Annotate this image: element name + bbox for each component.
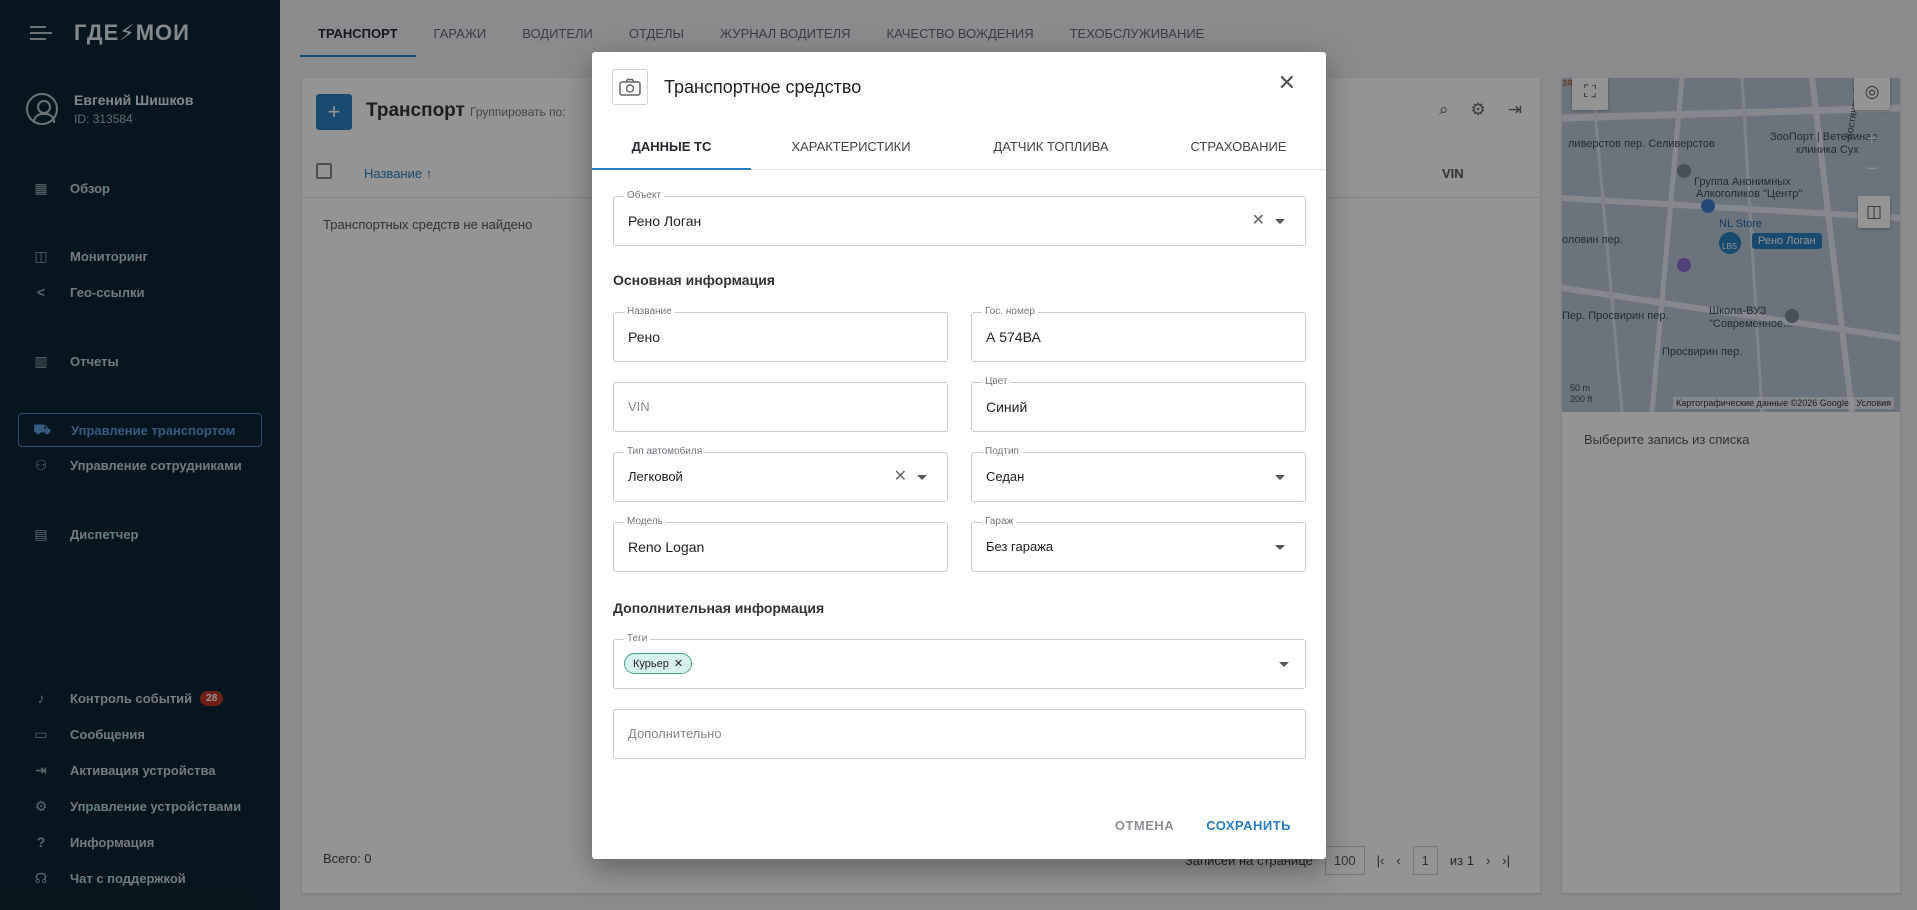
tags-select[interactable]: Теги Курьер ✕ [613, 633, 1306, 689]
cancel-button[interactable]: ОТМЕНА [1115, 818, 1174, 833]
main-info-heading: Основная информация [613, 272, 775, 288]
name-field[interactable]: Название Рено [613, 306, 948, 362]
chevron-down-icon[interactable] [1279, 662, 1289, 667]
add-photo-button[interactable] [612, 69, 648, 105]
chevron-down-icon[interactable] [1275, 219, 1285, 224]
clear-icon[interactable]: ✕ [1252, 210, 1265, 230]
color-field[interactable]: Цвет Синий [971, 376, 1306, 432]
extra-info-heading: Дополнительная информация [613, 600, 825, 616]
model-field[interactable]: Модель Reno Logan [613, 516, 948, 572]
active-tab-indicator [592, 168, 751, 170]
garage-select[interactable]: Гараж Без гаража [971, 516, 1306, 572]
clear-icon[interactable]: ✕ [894, 466, 907, 486]
dialog-title: Транспортное средство [664, 77, 862, 97]
subtype-select[interactable]: Подтип Седан [971, 446, 1306, 502]
tab-fuel-sensor[interactable]: ДАТЧИК ТОПЛИВА [951, 128, 1151, 170]
close-icon[interactable]: ✕ [1278, 70, 1296, 96]
chevron-down-icon[interactable] [917, 475, 927, 480]
tab-characteristics[interactable]: ХАРАКТЕРИСТИКИ [751, 128, 951, 170]
save-button[interactable]: СОХРАНИТЬ [1206, 818, 1291, 833]
camera-icon [619, 78, 641, 96]
tag-chip: Курьер ✕ [624, 653, 693, 674]
chevron-down-icon[interactable] [1275, 475, 1285, 480]
chevron-down-icon[interactable] [1275, 545, 1285, 550]
vehicle-dialog: Транспортное средство ✕ ДАННЫЕ ТС ХАРАКТ… [592, 52, 1326, 859]
vin-field[interactable]: VIN [613, 382, 948, 432]
plate-field[interactable]: Гос. номер А 574ВА [971, 306, 1306, 362]
dialog-tabs: ДАННЫЕ ТС ХАРАКТЕРИСТИКИ ДАТЧИК ТОПЛИВА … [592, 128, 1326, 170]
tab-vehicle-data[interactable]: ДАННЫЕ ТС [592, 128, 751, 170]
tab-insurance[interactable]: СТРАХОВАНИЕ [1151, 128, 1326, 170]
additional-field[interactable]: Дополнительно [613, 709, 1306, 759]
chip-remove-icon[interactable]: ✕ [674, 657, 683, 670]
object-select[interactable]: Объект Рено Логан ✕ [613, 190, 1306, 246]
car-type-select[interactable]: Тип автомобиля Легковой ✕ [613, 446, 948, 502]
